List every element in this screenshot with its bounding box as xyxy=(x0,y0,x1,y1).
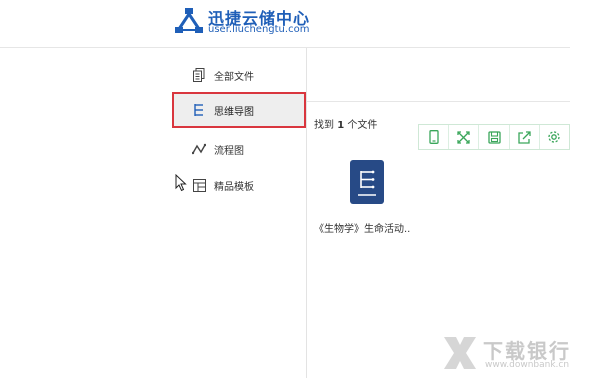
watermark-url: www.downbank.cn xyxy=(485,360,570,370)
content-divider xyxy=(307,101,570,102)
save-button[interactable] xyxy=(479,125,510,149)
mobile-view-button[interactable] xyxy=(419,125,450,149)
share-button[interactable] xyxy=(510,125,540,149)
header-divider xyxy=(0,47,570,48)
mindmap-icon xyxy=(358,170,376,196)
sidebar-item-label: 流程图 xyxy=(214,145,244,157)
app-url: user.liuchengtu.com xyxy=(208,24,310,35)
mindmap-icon xyxy=(192,103,206,117)
save-icon xyxy=(487,130,501,144)
expand-icon xyxy=(457,130,470,144)
sidebar-item-flowchart[interactable]: 流程图 xyxy=(172,132,306,166)
mindmap-file-thumbnail[interactable] xyxy=(350,160,384,204)
sidebar-divider xyxy=(306,48,307,378)
sidebar-item-all-files[interactable]: 全部文件 xyxy=(172,58,306,92)
sidebar-item-mindmap[interactable]: 思维导图 xyxy=(172,92,306,128)
share-icon xyxy=(518,130,531,144)
file-name-label[interactable]: 《生物学》生命活动.. xyxy=(314,220,410,235)
settings-button[interactable] xyxy=(540,125,569,149)
sidebar-item-label: 全部文件 xyxy=(214,71,254,83)
fullscreen-button[interactable] xyxy=(449,125,480,149)
result-count-text: 找到 1 个文件 xyxy=(314,120,378,131)
sidebar-item-label: 精品模板 xyxy=(214,181,254,193)
logo-icon xyxy=(174,7,204,35)
watermark-logo-icon xyxy=(442,335,478,375)
result-count: 1 xyxy=(337,120,345,131)
sidebar-item-templates[interactable]: 精品模板 xyxy=(172,168,306,202)
settings-icon xyxy=(548,131,561,143)
files-icon xyxy=(192,68,206,82)
template-icon xyxy=(192,178,206,192)
mouse-cursor-icon xyxy=(175,173,187,196)
sidebar-item-label: 思维导图 xyxy=(214,106,254,118)
file-toolbar xyxy=(418,124,570,150)
flowchart-icon xyxy=(192,142,206,156)
mobile-icon xyxy=(428,130,439,144)
